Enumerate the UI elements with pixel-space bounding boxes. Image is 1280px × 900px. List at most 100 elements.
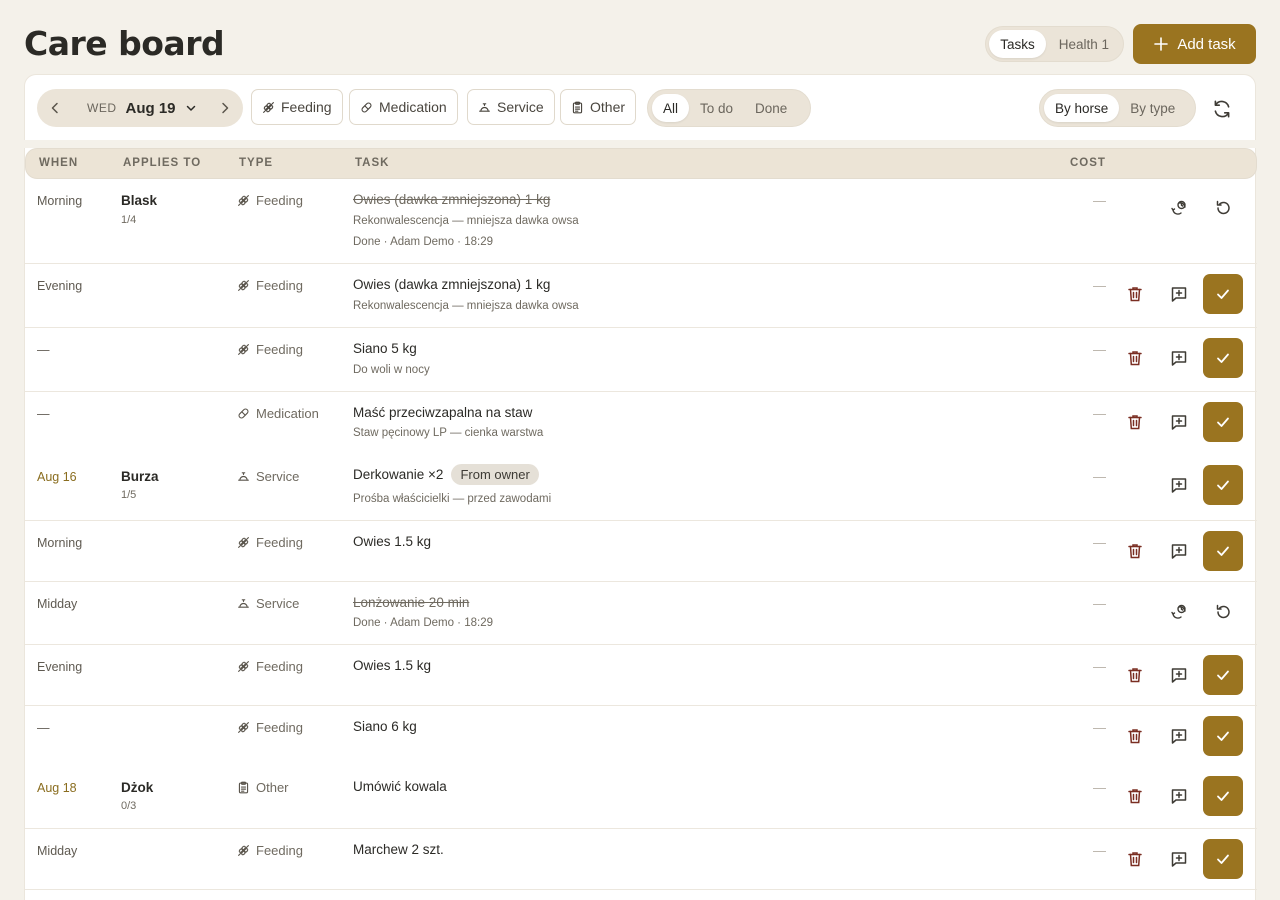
task-title: Marchew 2 szt. (353, 842, 444, 857)
toolbar: WED Aug 19 Feeding Medication Service Ot… (24, 74, 1256, 140)
check-icon (1215, 728, 1231, 744)
table-row: Aug 16 Burza 1/5 Service Derkowanie ×2 Fr… (25, 455, 1257, 521)
filter-other[interactable]: Other (560, 89, 637, 125)
row-when: Morning (37, 536, 83, 550)
row-type-label: Feeding (256, 193, 303, 208)
horse-name[interactable]: Burza (121, 469, 159, 484)
row-when: — (37, 721, 50, 735)
add-task-button[interactable]: Add task (1133, 24, 1256, 64)
mark-done-button[interactable] (1203, 402, 1243, 442)
trash-icon (1126, 727, 1144, 745)
row-when: Evening (37, 279, 83, 293)
history-button[interactable] (1168, 197, 1190, 219)
mark-done-button[interactable] (1203, 716, 1243, 756)
tab-tasks[interactable]: Tasks (989, 30, 1046, 58)
page-title: Care board (24, 24, 225, 63)
add-note-button[interactable] (1168, 725, 1190, 747)
undo-button[interactable] (1212, 197, 1234, 219)
add-note-button[interactable] (1168, 785, 1190, 807)
row-cost: — (1093, 535, 1106, 550)
row-type: Feeding (237, 535, 303, 550)
grain-icon (262, 101, 275, 114)
pill-icon (237, 407, 250, 420)
comment-plus-icon (1170, 349, 1188, 367)
group-by-horse[interactable]: By horse (1044, 94, 1120, 122)
check-icon (1215, 543, 1231, 559)
undo-button[interactable] (1212, 601, 1234, 623)
status-done[interactable]: Done (744, 94, 798, 122)
status-switch: All To do Done (647, 89, 811, 127)
add-note-button[interactable] (1168, 848, 1190, 870)
mark-done-button[interactable] (1203, 655, 1243, 695)
row-type: Medication (237, 406, 319, 421)
view-switch: Tasks Health 1 (985, 26, 1124, 62)
status-todo[interactable]: To do (689, 94, 744, 122)
row-type-label: Medication (256, 406, 319, 421)
delete-button[interactable] (1124, 725, 1146, 747)
date-picker-button[interactable]: WED Aug 19 (73, 100, 207, 117)
comment-plus-icon (1170, 727, 1188, 745)
filter-medication[interactable]: Medication (349, 89, 458, 125)
delete-button[interactable] (1124, 664, 1146, 686)
col-type: TYPE (239, 157, 274, 169)
horse-name[interactable]: Dżok (121, 780, 153, 795)
table-row: Morning Blask 1/4 Feeding Owies (dawka z… (25, 179, 1257, 264)
delete-button[interactable] (1124, 785, 1146, 807)
delete-button[interactable] (1124, 411, 1146, 433)
row-type: Feeding (237, 193, 303, 208)
row-type: Service (237, 596, 299, 611)
trash-icon (1126, 285, 1144, 303)
table-row: Morning Feeding Owies 1.5 kg — (25, 521, 1257, 582)
mark-done-button[interactable] (1203, 839, 1243, 879)
mark-done-button[interactable] (1203, 274, 1243, 314)
status-all[interactable]: All (652, 94, 690, 122)
mark-done-button[interactable] (1203, 465, 1243, 505)
mark-done-button[interactable] (1203, 531, 1243, 571)
date-day: Aug 19 (125, 99, 176, 117)
mark-done-button[interactable] (1203, 776, 1243, 816)
check-icon (1215, 788, 1231, 804)
group-by-type[interactable]: By type (1119, 94, 1186, 122)
filter-feeding-label: Feeding (281, 99, 332, 115)
row-type: Other (237, 780, 289, 795)
history-button[interactable] (1168, 601, 1190, 623)
delete-button[interactable] (1124, 347, 1146, 369)
comment-plus-icon (1170, 476, 1188, 494)
prev-day-button[interactable] (37, 89, 73, 127)
tab-health[interactable]: Health 1 (1048, 30, 1120, 58)
check-icon (1215, 851, 1231, 867)
grain-icon (237, 279, 250, 292)
add-note-button[interactable] (1168, 664, 1190, 686)
col-cost: COST (1070, 157, 1106, 169)
filter-service[interactable]: Service (467, 89, 555, 125)
delete-button[interactable] (1124, 283, 1146, 305)
row-when: Aug 18 (37, 781, 77, 795)
trash-icon (1126, 666, 1144, 684)
task-note: Prośba właścicielki — przed zawodami (353, 493, 552, 505)
add-note-button[interactable] (1168, 474, 1190, 496)
comment-plus-icon (1170, 542, 1188, 560)
add-note-button[interactable] (1168, 540, 1190, 562)
filter-service-label: Service (497, 99, 544, 115)
next-day-button[interactable] (207, 89, 243, 127)
chevron-left-icon (51, 102, 58, 114)
add-note-button[interactable] (1168, 411, 1190, 433)
row-cost: — (1093, 342, 1106, 357)
table-row: Evening Feeding Owies 1.5 kg — (25, 645, 1257, 706)
add-note-button[interactable] (1168, 347, 1190, 369)
delete-button[interactable] (1124, 540, 1146, 562)
service-bell-icon (237, 597, 250, 610)
grain-icon (237, 721, 250, 734)
filter-feeding[interactable]: Feeding (251, 89, 343, 125)
add-note-button[interactable] (1168, 283, 1190, 305)
delete-button[interactable] (1124, 848, 1146, 870)
clipboard-icon (571, 101, 584, 114)
refresh-icon[interactable] (1211, 98, 1233, 120)
trash-icon (1126, 850, 1144, 868)
task-note: Rekonwalescencja — mniejsza dawka owsa (353, 215, 579, 227)
comment-plus-icon (1170, 285, 1188, 303)
horse-name[interactable]: Blask (121, 193, 157, 208)
row-when: — (37, 343, 50, 357)
from-owner-badge: From owner (451, 464, 539, 485)
mark-done-button[interactable] (1203, 338, 1243, 378)
